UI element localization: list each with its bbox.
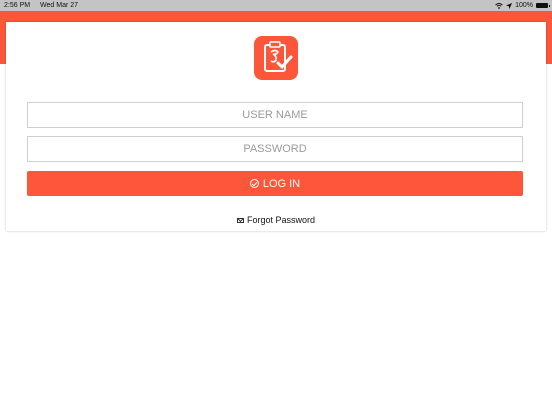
battery-percent: 100% <box>515 2 533 9</box>
forgot-password-link[interactable]: Forgot Password <box>6 215 546 225</box>
forgot-password-label: Forgot Password <box>246 215 316 225</box>
check-circle-icon <box>249 179 259 188</box>
mail-icon <box>236 217 244 223</box>
battery-icon <box>536 3 550 8</box>
location-arrow-icon <box>506 2 513 9</box>
password-input[interactable] <box>27 136 523 162</box>
clipboard-check-logo-icon <box>254 36 298 80</box>
wifi-icon <box>495 2 503 9</box>
login-button-label: LOG IN <box>262 177 301 190</box>
status-bar: 2:56 PM Wed Mar 27 100% <box>0 0 552 11</box>
status-time: 2:56 PM <box>4 2 31 9</box>
status-date: Wed Mar 27 <box>40 2 79 9</box>
status-left: 2:56 PM Wed Mar 27 <box>4 2 86 9</box>
login-card: LOG IN Forgot Password <box>6 22 546 231</box>
status-right: 100% <box>495 2 550 9</box>
username-input[interactable] <box>27 102 523 128</box>
login-button[interactable]: LOG IN <box>27 171 523 196</box>
